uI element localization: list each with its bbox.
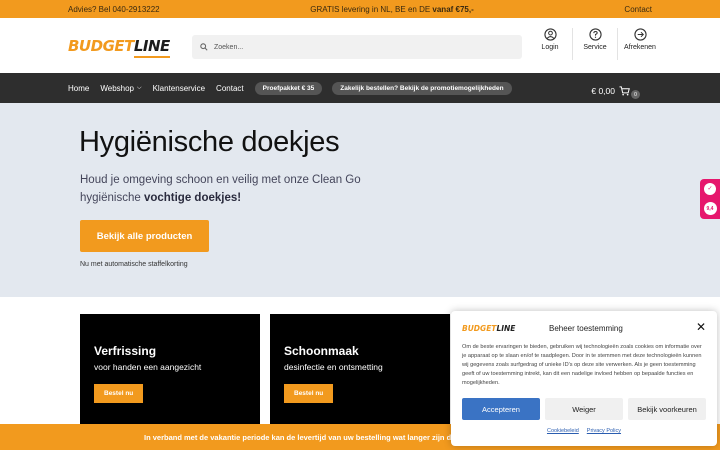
shipping-prefix: GRATIS levering in NL, BE en DE: [310, 4, 433, 14]
hero-banner: Hygiënische doekjes Houd je omgeving sch…: [0, 103, 720, 297]
cookie-title: Beheer toestemming: [549, 323, 623, 333]
review-logo-icon: ✓: [704, 182, 716, 195]
order-now-button[interactable]: Bestel nu: [284, 384, 334, 403]
checkout-arrow-icon: [633, 28, 647, 41]
hero-note: Nu met automatische staffelkorting: [80, 261, 188, 268]
category-card-verfrissing[interactable]: Verfrissing voor handen een aangezicht B…: [80, 314, 260, 426]
cart-button[interactable]: € 0,00 0: [591, 82, 640, 99]
user-icon: [543, 28, 557, 41]
hero-subtitle: Houd je omgeving schoon en veilig met on…: [80, 171, 380, 207]
nav-item-webshop[interactable]: Webshop ⌵: [100, 84, 141, 93]
review-score: 9,4: [703, 202, 717, 216]
service-button[interactable]: Service: [575, 28, 615, 60]
cookie-logo-line: LINE: [496, 323, 516, 333]
deny-button[interactable]: Weiger: [545, 398, 623, 420]
shipping-threshold: vanaf €75,-: [432, 4, 474, 14]
logo-part-line: LINE: [133, 36, 170, 58]
cart-icon: [619, 85, 630, 95]
cookie-buttons: Accepteren Weiger Bekijk voorkeuren: [462, 398, 706, 420]
nav-item-klantenservice[interactable]: Klantenservice: [153, 84, 205, 93]
cookie-links: Cookiebeleid Privacy Policy: [462, 428, 706, 434]
login-button[interactable]: Login: [530, 28, 570, 60]
card-text: voor handen een aangezicht: [94, 362, 202, 372]
search-placeholder: Zoeken...: [214, 43, 244, 51]
trial-package-button[interactable]: Proefpakket € 35: [254, 81, 323, 95]
hero-title: Hygiënische doekjes: [79, 126, 340, 158]
nav-item-contact[interactable]: Contact: [216, 84, 244, 93]
card-title: Verfrissing: [94, 344, 157, 358]
card-text: desinfectie en ontsmetting: [284, 362, 383, 372]
nav-item-home[interactable]: Home: [68, 84, 89, 93]
help-icon: [588, 28, 602, 41]
header: BUDGET LINE Zoeken... Login Service Afrek…: [0, 18, 720, 73]
cookie-consent-dialog: BUDGETLINE Beheer toestemming ✕ Om de be…: [451, 311, 717, 446]
view-preferences-button[interactable]: Bekijk voorkeuren: [628, 398, 706, 420]
search-input[interactable]: Zoeken...: [192, 35, 522, 59]
divider: [572, 28, 573, 60]
service-label: Service: [583, 44, 607, 51]
view-all-products-button[interactable]: Bekijk alle producten: [80, 220, 209, 252]
close-icon[interactable]: ✕: [696, 321, 706, 333]
main-nav: Home Webshop ⌵ Klantenservice Contact Pro…: [0, 73, 720, 103]
checkout-label: Afrekenen: [624, 44, 656, 51]
phone-text[interactable]: Advies? Bel 040-2913222: [68, 5, 160, 14]
cookie-logo-budget: BUDGET: [462, 323, 497, 333]
nav-item-webshop-label: Webshop: [100, 83, 134, 93]
header-actions: Login Service Afrekenen: [530, 28, 660, 60]
checkout-button[interactable]: Afrekenen: [620, 28, 660, 60]
accept-button[interactable]: Accepteren: [462, 398, 540, 420]
top-bar: Advies? Bel 040-2913222 GRATIS levering …: [0, 0, 720, 18]
logo[interactable]: BUDGET LINE: [68, 36, 192, 58]
cookie-policy-link[interactable]: Cookiebeleid: [547, 428, 579, 434]
shipping-text: GRATIS levering in NL, BE en DE vanaf €7…: [310, 5, 473, 14]
cookie-header: BUDGETLINE Beheer toestemming ✕: [462, 319, 706, 337]
cart-count-badge: 0: [631, 90, 640, 99]
review-widget[interactable]: ✓ 9,4: [700, 179, 720, 219]
divider: [617, 28, 618, 60]
search-icon: [200, 43, 208, 51]
hero-subtitle-highlight: vochtige doekjes!: [143, 192, 242, 204]
logo-part-budget: BUDGET: [68, 36, 134, 55]
privacy-policy-link[interactable]: Privacy Policy: [587, 428, 621, 434]
order-now-button[interactable]: Bestel nu: [94, 384, 144, 403]
business-order-button[interactable]: Zakelijk bestellen? Bekijk de promotiemo…: [332, 81, 512, 95]
cookie-logo: BUDGETLINE: [462, 324, 549, 333]
category-card-schoonmaak[interactable]: Schoonmaak desinfectie en ontsmetting Be…: [270, 314, 450, 426]
login-label: Login: [541, 44, 559, 51]
cookie-text: Om de beste ervaringen te bieden, gebrui…: [462, 344, 702, 386]
cart-total: € 0,00: [591, 85, 615, 96]
card-title: Schoonmaak: [284, 344, 359, 358]
topbar-contact-link[interactable]: Contact: [624, 5, 652, 14]
chevron-down-icon: ⌵: [137, 84, 142, 91]
